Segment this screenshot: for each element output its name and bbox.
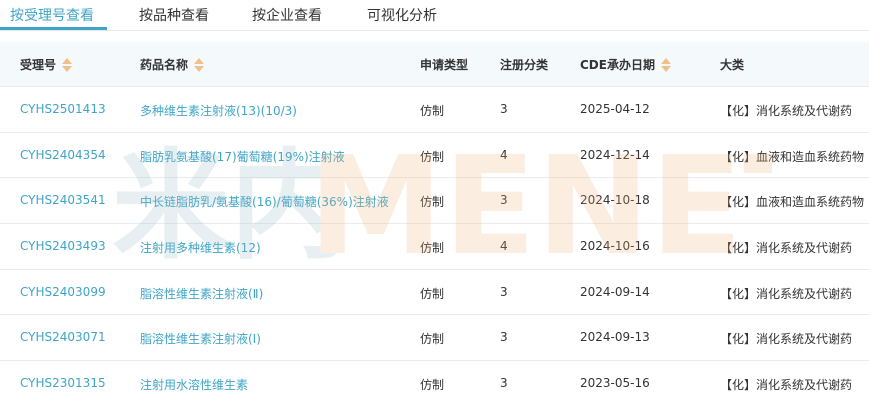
tab-by-variety[interactable]: 按品种查看	[139, 5, 209, 25]
tab-visual-analysis[interactable]: 可视化分析	[367, 5, 437, 25]
category-cell: 【化】消化系统及代谢药	[720, 378, 853, 393]
apply-type-cell: 仿制	[420, 104, 445, 118]
accept-no-link[interactable]: CYHS2403071	[20, 330, 106, 344]
accept-no-link[interactable]: CYHS2404354	[20, 148, 106, 162]
reg-class-cell: 4	[500, 239, 508, 254]
header-category: 大类	[720, 58, 745, 72]
view-tabs: 按受理号查看 按品种查看 按企业查看 可视化分析	[0, 0, 869, 31]
apply-type-cell: 仿制	[420, 378, 445, 393]
drug-name-link[interactable]: 多种维生素注射液(13)(10/3)	[140, 102, 297, 119]
accept-no-link[interactable]: CYHS2403541	[20, 193, 106, 207]
header-cde-date[interactable]: CDE承办日期	[580, 56, 671, 73]
table-row: CYHS2403493 注射用多种维生素(12) 仿制 4 2024-10-16…	[0, 224, 869, 270]
cde-date-cell: 2024-09-13	[580, 330, 650, 345]
table-row: CYHS2301315 注射用水溶性维生素 仿制 3 2023-05-16 【化…	[0, 361, 869, 400]
apply-type-cell: 仿制	[420, 195, 445, 210]
apply-type-cell: 仿制	[420, 241, 445, 256]
active-tab-underline	[0, 27, 107, 30]
category-cell: 【化】消化系统及代谢药	[720, 241, 853, 256]
cde-date-cell: 2023-05-16	[580, 376, 650, 391]
drug-name-link[interactable]: 脂肪乳氨基酸(17)葡萄糖(19%)注射液	[140, 148, 345, 165]
header-accept-no[interactable]: 受理号	[20, 56, 73, 73]
reg-class-cell: 3	[500, 102, 508, 116]
header-drug-name[interactable]: 药品名称	[140, 56, 205, 73]
table-row: CYHS2403541 中长链脂肪乳/氨基酸(16)/葡萄糖(36%)注射液 仿…	[0, 178, 869, 225]
apply-type-cell: 仿制	[420, 332, 445, 347]
accept-no-link[interactable]: CYHS2501413	[20, 102, 106, 116]
reg-class-cell: 4	[500, 147, 508, 162]
drug-name-link[interactable]: 注射用水溶性维生素	[140, 376, 248, 393]
drug-name-link[interactable]: 脂溶性维生素注射液(Ⅱ)	[140, 285, 263, 302]
reg-class-cell: 3	[500, 330, 508, 345]
acceptance-table: 受理号 药品名称 申请类型 注册分类 CDE承办日期 大类 CYHS250141…	[0, 42, 869, 400]
table-row: CYHS2403071 脂溶性维生素注射液(Ⅰ) 仿制 3 2024-09-13…	[0, 315, 869, 362]
reg-class-cell: 3	[500, 376, 508, 391]
apply-type-cell: 仿制	[420, 286, 445, 301]
cde-date-cell: 2024-12-14	[580, 147, 650, 162]
page: 按受理号查看 按品种查看 按企业查看 可视化分析 受理号 药品名称 申请类型 注…	[0, 0, 869, 400]
cde-date-cell: 2024-09-14	[580, 284, 650, 299]
apply-type-cell: 仿制	[420, 149, 445, 164]
category-cell: 【化】消化系统及代谢药	[720, 332, 853, 347]
category-cell: 【化】血液和造血系统药物	[720, 195, 865, 210]
header-apply-type: 申请类型	[420, 58, 469, 72]
drug-name-link[interactable]: 脂溶性维生素注射液(Ⅰ)	[140, 330, 261, 347]
tab-by-company[interactable]: 按企业查看	[252, 5, 322, 25]
drug-name-link[interactable]: 注射用多种维生素(12)	[140, 239, 261, 256]
category-cell: 【化】消化系统及代谢药	[720, 286, 853, 301]
sort-icon[interactable]	[62, 57, 73, 73]
header-reg-class: 注册分类	[500, 58, 549, 72]
cde-date-cell: 2025-04-12	[580, 102, 650, 116]
accept-no-link[interactable]: CYHS2301315	[20, 376, 106, 390]
table-row: CYHS2403099 脂溶性维生素注射液(Ⅱ) 仿制 3 2024-09-14…	[0, 270, 869, 316]
table-row: CYHS2501413 多种维生素注射液(13)(10/3) 仿制 3 2025…	[0, 87, 869, 133]
sort-icon[interactable]	[194, 57, 205, 73]
cde-date-cell: 2024-10-18	[580, 193, 650, 208]
drug-name-link[interactable]: 中长链脂肪乳/氨基酸(16)/葡萄糖(36%)注射液	[140, 193, 389, 210]
category-cell: 【化】血液和造血系统药物	[720, 149, 865, 164]
sort-icon[interactable]	[660, 57, 671, 73]
accept-no-link[interactable]: CYHS2403493	[20, 239, 106, 253]
cde-date-cell: 2024-10-16	[580, 239, 650, 254]
reg-class-cell: 3	[500, 193, 508, 208]
table-header: 受理号 药品名称 申请类型 注册分类 CDE承办日期 大类	[0, 42, 869, 87]
table-row: CYHS2404354 脂肪乳氨基酸(17)葡萄糖(19%)注射液 仿制 4 2…	[0, 133, 869, 179]
reg-class-cell: 3	[500, 284, 508, 299]
accept-no-link[interactable]: CYHS2403099	[20, 285, 106, 299]
tab-by-accept-no[interactable]: 按受理号查看	[10, 5, 94, 25]
category-cell: 【化】消化系统及代谢药	[720, 104, 853, 118]
